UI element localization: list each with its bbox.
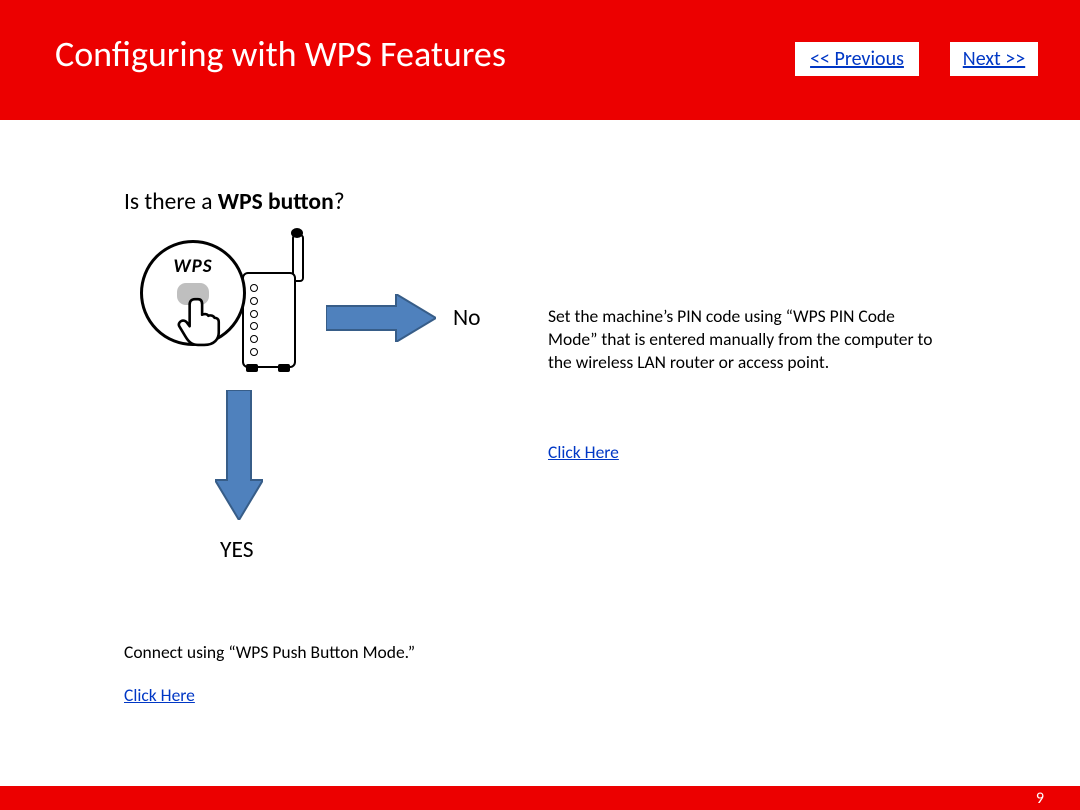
branch-no-link[interactable]: Click Here (548, 441, 619, 463)
arrow-right-icon (326, 294, 436, 342)
branch-no-label: No (453, 304, 481, 332)
footer-bar: 9 (0, 786, 1080, 810)
header-bar: Configuring with WPS Features << Previou… (0, 0, 1080, 120)
router-illustration: WPS (140, 240, 320, 380)
wps-bubble-icon: WPS (140, 240, 246, 346)
page-title: Configuring with WPS Features (55, 32, 506, 76)
arrow-down-icon (215, 390, 263, 520)
branch-yes-label: YES (220, 536, 254, 564)
wps-bubble-label: WPS (143, 255, 243, 278)
question-suffix: ? (334, 188, 345, 216)
previous-button[interactable]: << Previous (795, 42, 919, 76)
page-number: 9 (1036, 789, 1044, 808)
router-icon (242, 272, 296, 368)
router-foot-icon (278, 364, 290, 372)
hand-press-icon (173, 295, 225, 347)
question-text: Is there a WPS button? (124, 188, 345, 216)
branch-yes-link[interactable]: Click Here (124, 684, 195, 706)
branch-no-description: Set the machine’s PIN code using “WPS PI… (548, 305, 948, 373)
antenna-tip-icon (291, 228, 303, 238)
question-prefix: Is there a (124, 188, 218, 216)
branch-yes-description: Connect using “WPS Push Button Mode.” (124, 641, 415, 663)
router-foot-icon (246, 364, 258, 372)
next-button[interactable]: Next >> (950, 42, 1038, 76)
question-bold: WPS button (218, 188, 334, 216)
